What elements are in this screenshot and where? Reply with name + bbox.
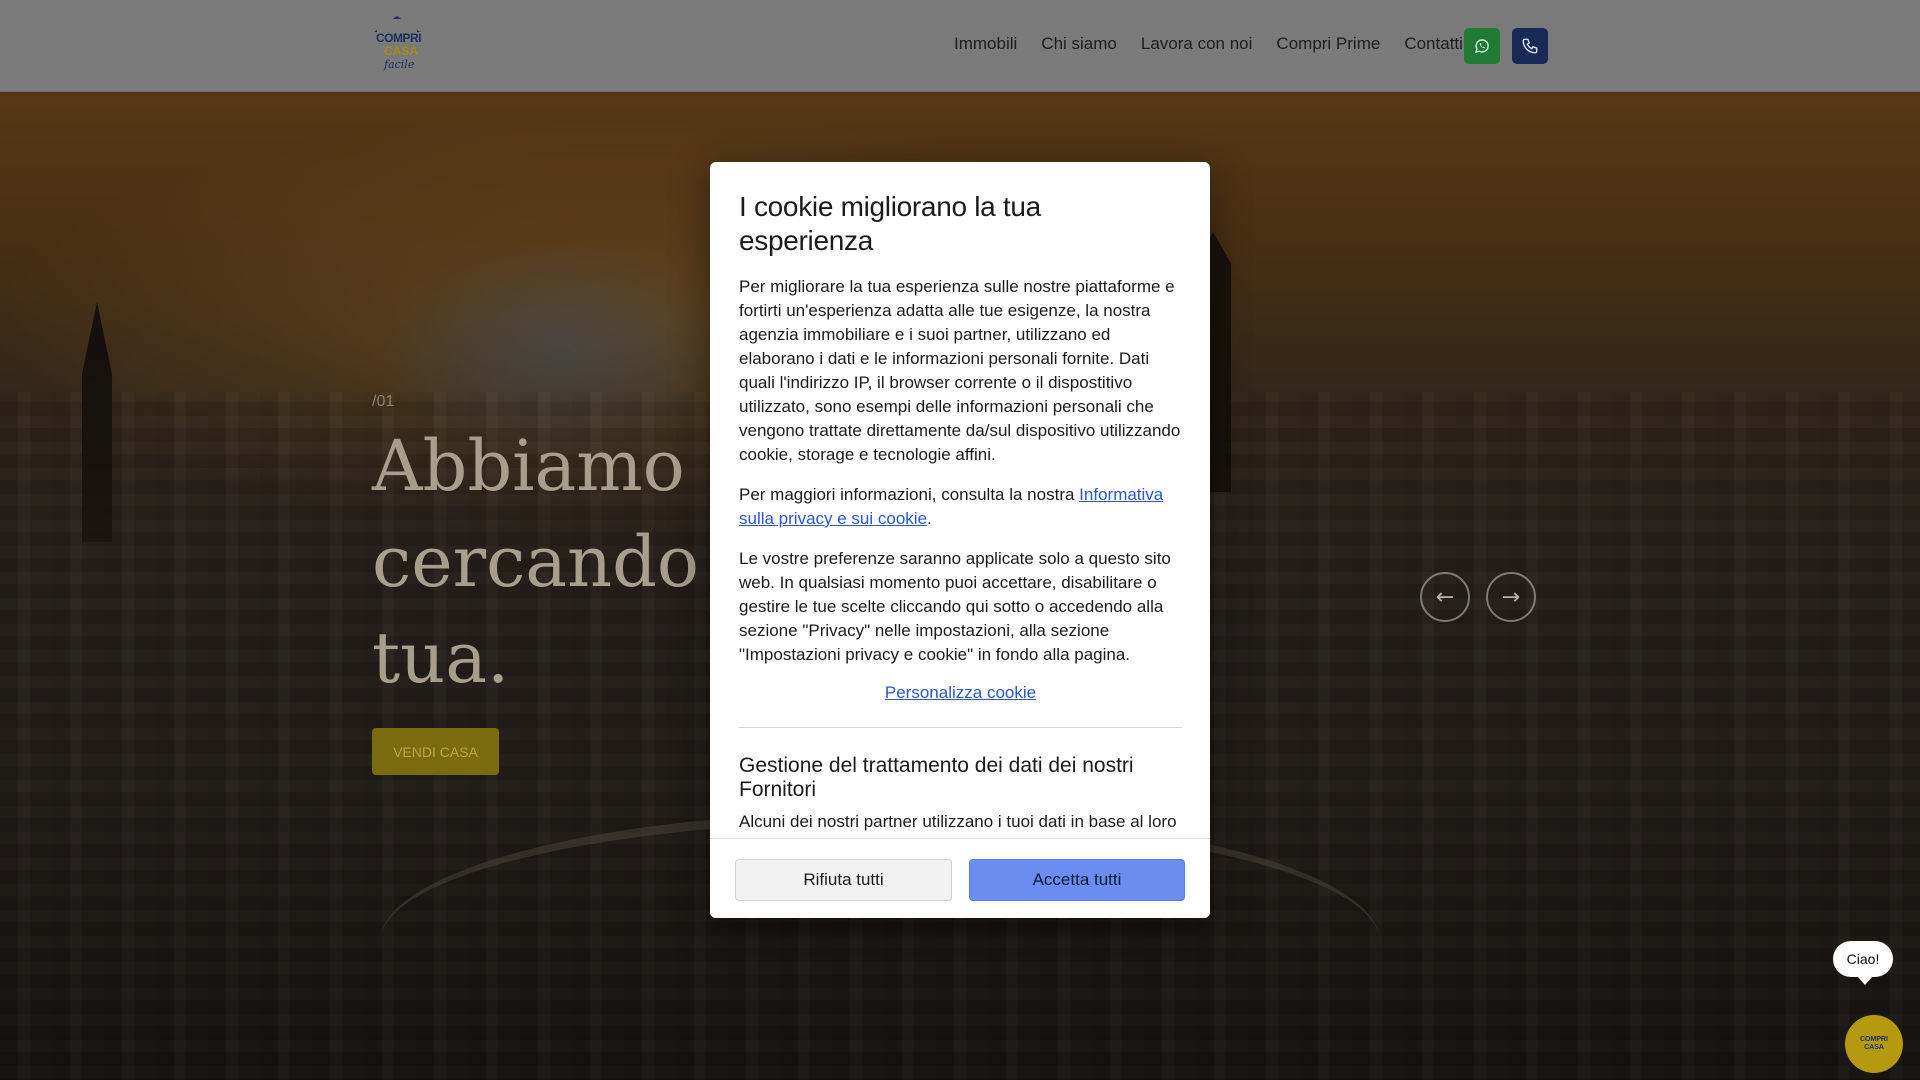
accept-all-button[interactable]: Accetta tutti <box>969 859 1185 901</box>
slide-number: /01 <box>372 393 395 410</box>
main-navigation: Immobili Chi siamo Lavora con noi Compri… <box>954 34 1487 54</box>
whatsapp-icon <box>1474 39 1489 53</box>
site-header: COMPRI CASA facile Immobili Chi siamo La… <box>0 0 1920 92</box>
nav-link-lavora-con-noi[interactable]: Lavora con noi <box>1141 34 1253 54</box>
slider-prev-button[interactable]: ← <box>1420 572 1470 622</box>
site-logo[interactable]: COMPRI CASA facile <box>372 14 422 76</box>
whatsapp-button[interactable] <box>1464 28 1500 64</box>
cookie-preferences-paragraph: Le vostre preferenze saranno applicate s… <box>739 549 1171 664</box>
cookie-info-suffix: . <box>927 509 932 528</box>
compri-casa-logo-icon: COMPRI CASA <box>1860 1036 1888 1051</box>
chat-greeting-bubble[interactable]: Ciao! <box>1833 941 1893 985</box>
cookie-intro-paragraph: Per migliorare la tua esperienza sulle n… <box>739 277 1181 464</box>
cookie-consent-dialog: I cookie migliorano la tua esperienza Pe… <box>710 162 1210 918</box>
house-roof-icon <box>374 16 420 32</box>
nav-link-compri-prime[interactable]: Compri Prime <box>1276 34 1380 54</box>
slider-next-button[interactable]: → <box>1486 572 1536 622</box>
chat-launcher-button[interactable]: COMPRI CASA <box>1845 1015 1903 1073</box>
cookie-dialog-body[interactable]: I cookie migliorano la tua esperienza Pe… <box>710 162 1210 838</box>
phone-icon <box>1522 38 1538 54</box>
phone-button[interactable] <box>1512 28 1548 64</box>
cookie-dialog-divider <box>739 727 1182 728</box>
cookie-info-prefix: Per maggiori informazioni, consulta la n… <box>739 485 1080 504</box>
cookie-info-paragraph: Per maggiori informazioni, consulta la n… <box>739 483 1182 531</box>
nav-link-immobili[interactable]: Immobili <box>954 34 1017 54</box>
vendors-section-text: Alcuni dei nostri partner utilizzano i t… <box>739 812 1177 838</box>
logo-text-compri: COMPRI <box>376 31 422 45</box>
logo-text-casa: CASA <box>384 44 419 58</box>
nav-link-chi-siamo[interactable]: Chi siamo <box>1041 34 1117 54</box>
customize-cookies-link[interactable]: Personalizza cookie <box>739 683 1182 703</box>
nav-link-contatti[interactable]: Contatti <box>1404 34 1463 54</box>
arrow-right-icon: → <box>1501 584 1521 610</box>
logo-text-facile: facile <box>384 58 415 71</box>
reject-all-button[interactable]: Rifiuta tutti <box>735 859 952 901</box>
vendi-casa-button[interactable]: VENDI CASA <box>372 728 499 775</box>
vendors-section-title: Gestione del trattamento dei dati dei no… <box>739 754 1134 801</box>
arrow-left-icon: ← <box>1435 584 1455 610</box>
cookie-dialog-title: I cookie migliorano la tua esperienza <box>739 191 1041 256</box>
cookie-dialog-footer: Rifiuta tutti Accetta tutti <box>710 838 1210 918</box>
